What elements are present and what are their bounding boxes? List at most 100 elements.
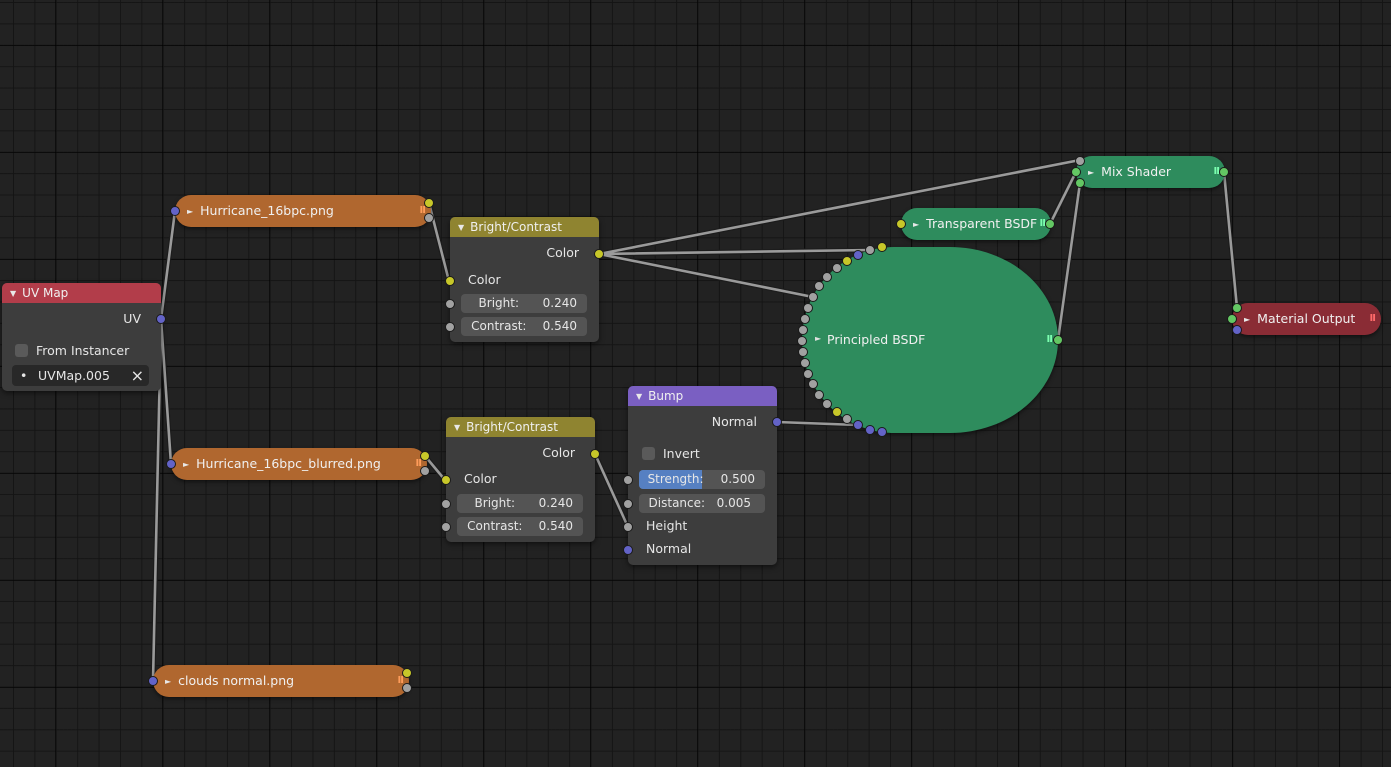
expand-triangle-icon[interactable]: ► xyxy=(183,449,189,481)
image2-vector-socket[interactable] xyxy=(166,459,176,469)
invert-label: Invert xyxy=(663,446,700,461)
principled-input-socket[interactable] xyxy=(798,347,808,357)
collapse-triangle-icon[interactable]: ▼ xyxy=(636,387,642,407)
image3-alpha-socket[interactable] xyxy=(402,683,412,693)
hidden-sockets-icon: II xyxy=(1046,334,1054,345)
mix-output-socket[interactable] xyxy=(1219,167,1229,177)
mix-shader-node[interactable]: ► Mix Shader II xyxy=(1076,156,1225,188)
principled-input-socket[interactable] xyxy=(877,242,887,252)
principled-input-socket[interactable] xyxy=(865,245,875,255)
image2-color-socket[interactable] xyxy=(420,451,430,461)
bc2-color-input-socket[interactable] xyxy=(441,475,451,485)
image-node-hurricane[interactable]: ► Hurricane_16bpc.png II xyxy=(175,195,431,227)
uv-map-header[interactable]: ▼ UV Map xyxy=(2,283,161,303)
principled-input-socket[interactable] xyxy=(797,336,807,346)
principled-input-socket[interactable] xyxy=(808,292,818,302)
bc1-color-input-socket[interactable] xyxy=(445,276,455,286)
output-surface-socket[interactable] xyxy=(1232,303,1242,313)
image1-vector-socket[interactable] xyxy=(170,206,180,216)
bump-normal-output-socket[interactable] xyxy=(772,417,782,427)
collapse-triangle-icon[interactable]: ▼ xyxy=(454,418,460,438)
transparent-bsdf-output-socket[interactable] xyxy=(1045,219,1055,229)
bc2-bright-socket[interactable] xyxy=(441,499,451,509)
uv-map-selector[interactable]: • UVMap.005 × xyxy=(12,365,149,386)
principled-input-socket[interactable] xyxy=(822,399,832,409)
image1-alpha-socket[interactable] xyxy=(424,213,434,223)
image3-vector-socket[interactable] xyxy=(148,676,158,686)
bump-header[interactable]: ▼ Bump xyxy=(628,386,777,406)
principled-input-socket[interactable] xyxy=(832,263,842,273)
strength-label: Strength: xyxy=(647,472,704,486)
bright-contrast-header[interactable]: ▼ Bright/Contrast xyxy=(446,417,595,437)
output-volume-socket[interactable] xyxy=(1227,314,1237,324)
expand-triangle-icon[interactable]: ► xyxy=(815,334,821,343)
principled-bsdf-output-socket[interactable] xyxy=(1053,335,1063,345)
bump-normal-input-socket[interactable] xyxy=(623,545,633,555)
bump-distance-socket[interactable] xyxy=(623,499,633,509)
contrast-field[interactable]: Contrast: 0.540 xyxy=(461,317,587,336)
principled-input-socket[interactable] xyxy=(877,427,887,437)
bc1-contrast-socket[interactable] xyxy=(445,322,455,332)
output-displacement-socket[interactable] xyxy=(1232,325,1242,335)
principled-input-socket[interactable] xyxy=(803,303,813,313)
uv-output-socket[interactable] xyxy=(156,314,166,324)
image1-color-socket[interactable] xyxy=(424,198,434,208)
bright-contrast-title: Bright/Contrast xyxy=(466,420,558,434)
clear-icon[interactable]: × xyxy=(131,365,144,386)
transparent-color-socket[interactable] xyxy=(896,219,906,229)
mix-shader1-socket[interactable] xyxy=(1071,167,1081,177)
bc2-color-output-socket[interactable] xyxy=(590,449,600,459)
bc1-bright-socket[interactable] xyxy=(445,299,455,309)
image3-color-socket[interactable] xyxy=(402,668,412,678)
expand-triangle-icon[interactable]: ► xyxy=(165,666,171,698)
color-output-label: Color xyxy=(542,445,575,460)
distance-field[interactable]: Distance: 0.005 xyxy=(639,494,765,513)
bc1-color-output-socket[interactable] xyxy=(594,249,604,259)
collapse-triangle-icon[interactable]: ▼ xyxy=(10,284,16,304)
strength-slider[interactable]: Strength: 0.500 xyxy=(639,470,765,489)
bump-node[interactable]: ▼ Bump Normal Invert Strength: 0.500 Dist… xyxy=(628,386,777,565)
principled-input-socket[interactable] xyxy=(800,358,810,368)
bump-height-socket[interactable] xyxy=(623,522,633,532)
bright-contrast-node-1[interactable]: ▼ Bright/Contrast Color Color Bright: 0.2… xyxy=(450,217,599,342)
bright-field[interactable]: Bright: 0.240 xyxy=(461,294,587,313)
uv-output-label: UV xyxy=(123,311,141,326)
image-node-hurricane-blurred[interactable]: ► Hurricane_16bpc_blurred.png II xyxy=(171,448,427,480)
principled-input-socket[interactable] xyxy=(814,281,824,291)
expand-triangle-icon[interactable]: ► xyxy=(187,196,193,228)
principled-input-socket[interactable] xyxy=(832,407,842,417)
principled-input-socket[interactable] xyxy=(853,250,863,260)
principled-input-socket[interactable] xyxy=(853,420,863,430)
mix-fac-socket[interactable] xyxy=(1075,156,1085,166)
image2-alpha-socket[interactable] xyxy=(420,466,430,476)
bump-strength-socket[interactable] xyxy=(623,475,633,485)
bright-contrast-node-2[interactable]: ▼ Bright/Contrast Color Color Bright: 0.2… xyxy=(446,417,595,542)
material-output-node[interactable]: ► Material Output II xyxy=(1232,303,1381,335)
principled-input-socket[interactable] xyxy=(803,369,813,379)
principled-input-socket[interactable] xyxy=(842,256,852,266)
distance-value: 0.005 xyxy=(716,496,751,510)
node-editor-grid[interactable] xyxy=(0,0,1391,767)
collapse-triangle-icon[interactable]: ▼ xyxy=(458,218,464,238)
contrast-field[interactable]: Contrast: 0.540 xyxy=(457,517,583,536)
from-instancer-label: From Instancer xyxy=(36,343,130,358)
principled-input-socket[interactable] xyxy=(865,425,875,435)
principled-input-socket[interactable] xyxy=(842,414,852,424)
expand-triangle-icon[interactable]: ► xyxy=(1088,157,1094,189)
bright-contrast-header[interactable]: ▼ Bright/Contrast xyxy=(450,217,599,237)
principled-input-socket[interactable] xyxy=(800,314,810,324)
transparent-bsdf-node[interactable]: ► Transparent BSDF II xyxy=(901,208,1051,240)
principled-input-socket[interactable] xyxy=(798,325,808,335)
principled-input-socket[interactable] xyxy=(808,379,818,389)
bright-field[interactable]: Bright: 0.240 xyxy=(457,494,583,513)
principled-bsdf-node[interactable]: ► Principled BSDF II xyxy=(802,247,1058,433)
invert-checkbox[interactable] xyxy=(642,447,655,460)
principled-input-socket[interactable] xyxy=(822,272,832,282)
expand-triangle-icon[interactable]: ► xyxy=(1244,304,1250,336)
from-instancer-checkbox[interactable] xyxy=(15,344,28,357)
principled-input-socket[interactable] xyxy=(814,390,824,400)
mix-shader2-socket[interactable] xyxy=(1075,178,1085,188)
image-node-clouds-normal[interactable]: ► clouds normal.png II xyxy=(153,665,409,697)
bc2-contrast-socket[interactable] xyxy=(441,522,451,532)
expand-triangle-icon[interactable]: ► xyxy=(913,209,919,241)
